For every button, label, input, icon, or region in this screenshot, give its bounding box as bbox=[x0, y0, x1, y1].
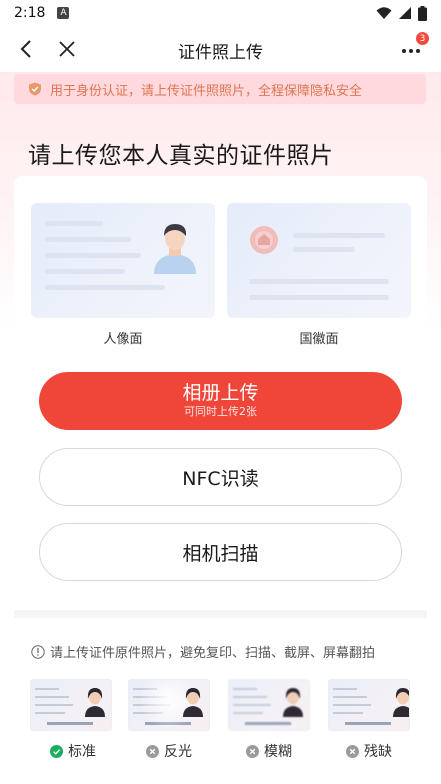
example-standard-image bbox=[30, 679, 112, 731]
person-photo-icon bbox=[393, 688, 409, 717]
notification-icon: A bbox=[57, 7, 70, 19]
nav-bar: 证件照上传 3 bbox=[0, 26, 441, 72]
avatar-icon bbox=[154, 224, 196, 274]
ex-number bbox=[245, 722, 291, 725]
ex-line bbox=[333, 704, 371, 706]
example-glare-image bbox=[128, 679, 210, 731]
person-photo-icon bbox=[283, 688, 303, 717]
id-portrait-side-thumbnail[interactable] bbox=[31, 203, 215, 318]
ex-line bbox=[35, 688, 59, 690]
upload-tip: 请上传证件原件照片，避免复印、扫描、截屏、屏幕翻拍 bbox=[31, 642, 375, 661]
upload-card: 人像面 国徽面 相册上传 可同时上传2张 NFC识读 相机扫描 bbox=[14, 176, 427, 608]
ex-line bbox=[333, 688, 357, 690]
ex-line bbox=[35, 696, 69, 698]
page-title: 证件照上传 bbox=[178, 43, 263, 63]
example-cropped-text: 残缺 bbox=[364, 744, 392, 760]
thumb-line bbox=[45, 237, 131, 242]
portrait-side-label: 人像面 bbox=[103, 332, 143, 347]
thumb-line bbox=[249, 295, 389, 300]
notification-badge: 3 bbox=[416, 32, 429, 45]
ex-line bbox=[333, 712, 363, 714]
section-heading: 请上传您本人真实的证件照片 bbox=[28, 143, 334, 169]
ex-line bbox=[233, 704, 271, 706]
person-photo-icon bbox=[85, 688, 105, 717]
ex-line bbox=[333, 696, 367, 698]
person-photo-icon bbox=[183, 688, 203, 717]
ex-line bbox=[35, 712, 65, 714]
x-circle-icon bbox=[246, 744, 259, 758]
emblem-side-label: 国徽面 bbox=[299, 332, 339, 347]
example-standard-text: 标准 bbox=[68, 744, 96, 760]
notice-text: 用于身份认证，请上传证件照照片，全程保障隐私安全 bbox=[50, 83, 363, 99]
nfc-read-button[interactable]: NFC识读 bbox=[39, 448, 402, 506]
thumb-line bbox=[45, 253, 141, 258]
thumb-line bbox=[293, 233, 385, 238]
example-standard-label: 标准 bbox=[50, 741, 96, 761]
signal-icon bbox=[399, 7, 411, 19]
x-circle-icon bbox=[146, 744, 159, 758]
camera-scan-button[interactable]: 相机扫描 bbox=[39, 523, 402, 581]
ex-number bbox=[47, 722, 93, 725]
album-upload-sublabel: 可同时上传2张 bbox=[184, 405, 257, 418]
battery-icon bbox=[418, 5, 427, 21]
ex-line bbox=[233, 696, 267, 698]
tip-text: 请上传证件原件照片，避免复印、扫描、截屏、屏幕翻拍 bbox=[50, 646, 376, 661]
example-cropped-image bbox=[328, 679, 410, 731]
album-upload-label: 相册上传 bbox=[182, 382, 259, 404]
example-blurry-image bbox=[228, 679, 310, 731]
ex-line bbox=[233, 712, 263, 714]
thumb-line bbox=[249, 279, 389, 284]
example-blurry-label: 模糊 bbox=[246, 741, 292, 761]
example-glare-text: 反光 bbox=[164, 744, 192, 760]
nfc-read-label: NFC识读 bbox=[182, 467, 259, 490]
wifi-icon bbox=[376, 7, 392, 19]
info-icon bbox=[31, 644, 45, 659]
album-upload-button[interactable]: 相册上传 可同时上传2张 bbox=[39, 372, 402, 430]
thumb-line bbox=[45, 285, 165, 290]
thumb-line bbox=[293, 247, 355, 252]
thumb-line bbox=[45, 221, 103, 226]
status-time: 2:18 bbox=[14, 5, 46, 21]
shield-icon bbox=[29, 82, 41, 96]
id-emblem-side-thumbnail[interactable] bbox=[227, 203, 411, 318]
section-divider bbox=[14, 610, 427, 618]
example-blurry-text: 模糊 bbox=[264, 744, 292, 760]
ex-line bbox=[35, 704, 73, 706]
x-circle-icon bbox=[346, 744, 359, 758]
emblem-icon bbox=[250, 226, 278, 254]
example-cropped-label: 残缺 bbox=[346, 741, 392, 761]
camera-scan-label: 相机扫描 bbox=[182, 542, 259, 565]
ex-number bbox=[345, 722, 391, 725]
thumb-line bbox=[45, 269, 125, 274]
status-bar: 2:18 A bbox=[0, 0, 441, 26]
ex-line bbox=[233, 688, 257, 690]
privacy-notice: 用于身份认证，请上传证件照照片，全程保障隐私安全 bbox=[14, 74, 426, 104]
example-glare-label: 反光 bbox=[146, 741, 192, 761]
check-circle-icon bbox=[50, 744, 63, 758]
